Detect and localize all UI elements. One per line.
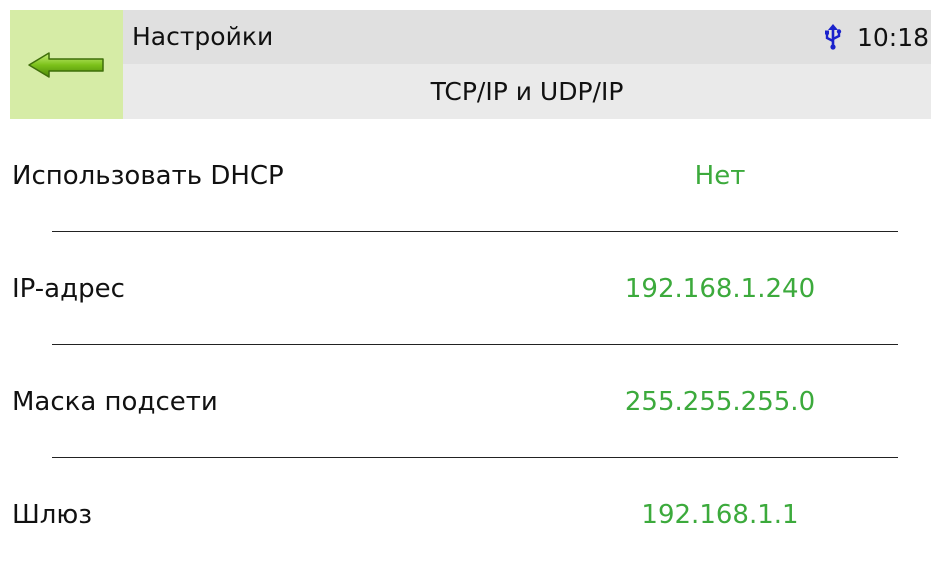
page-title: Настройки [132, 22, 274, 51]
setting-row-dhcp[interactable]: Использовать DHCP Нет [0, 119, 931, 232]
setting-value: 255.255.255.0 [624, 386, 816, 417]
setting-row-ip-address[interactable]: IP-адрес 192.168.1.240 [0, 232, 931, 345]
setting-row-gateway[interactable]: Шлюз 192.168.1.1 [0, 458, 931, 571]
setting-label: Использовать DHCP [12, 160, 284, 191]
setting-value: 192.168.1.1 [641, 499, 799, 530]
subtitle-bar: TCP/IP и UDP/IP [123, 64, 931, 119]
setting-label: Шлюз [12, 499, 93, 530]
setting-label: IP-адрес [12, 273, 125, 304]
top-band [0, 0, 931, 10]
usb-icon [824, 24, 842, 50]
setting-label: Маска подсети [12, 386, 218, 417]
status-area: 10:18 [823, 10, 929, 64]
setting-row-subnet-mask[interactable]: Маска подсети 255.255.255.0 [0, 345, 931, 458]
clock: 10:18 [856, 22, 929, 52]
setting-value: 192.168.1.240 [624, 273, 816, 304]
setting-value: Нет [694, 160, 746, 191]
title-bar: Настройки 10:18 [123, 10, 931, 64]
arrow-left-icon [27, 51, 104, 78]
back-button[interactable] [10, 10, 123, 119]
page-subtitle: TCP/IP и UDP/IP [430, 77, 624, 106]
